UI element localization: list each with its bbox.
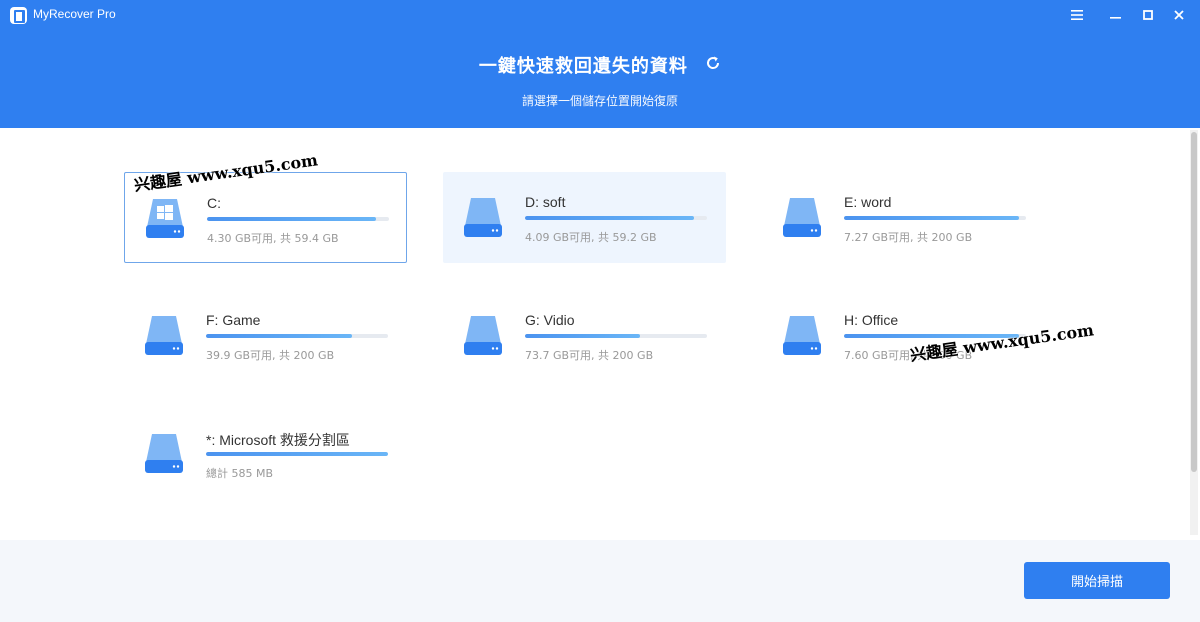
maximize-icon[interactable] <box>1137 5 1159 25</box>
drive-card-recovery[interactable]: *: Microsoft 救援分割區 總計 585 MB <box>124 408 407 499</box>
title-bar: MyRecover Pro <box>0 0 1200 30</box>
drive-capacity: 總計 585 MB <box>206 467 274 480</box>
footer-bar <box>0 540 1200 622</box>
drive-capacity: 39.9 GB可用, 共 200 GB <box>206 349 335 362</box>
drive-usage-fill <box>525 216 695 220</box>
drive-usage-bar <box>844 216 1026 220</box>
windows-drive-icon <box>146 199 184 238</box>
drive-card-f[interactable]: F: Game 39.9 GB可用, 共 200 GB <box>124 290 407 381</box>
menu-icon[interactable] <box>1066 5 1088 25</box>
page-subtitle: 請選擇一個儲存位置開始復原 <box>521 94 678 108</box>
header-banner: 一鍵快速救回遺失的資料 請選擇一個儲存位置開始復原 <box>0 30 1200 128</box>
drive-usage-bar <box>525 216 707 220</box>
drive-name: D: soft <box>525 194 566 210</box>
drive-capacity: 7.27 GB可用, 共 200 GB <box>844 231 973 244</box>
drive-name: H: Office <box>844 312 899 328</box>
drive-usage-bar <box>206 452 388 456</box>
drive-name: *: Microsoft 救援分割區 <box>206 432 350 448</box>
drive-name: E: word <box>844 194 892 210</box>
refresh-icon[interactable] <box>705 55 721 76</box>
drive-usage-fill <box>525 334 640 338</box>
page-title: 一鍵快速救回遺失的資料 <box>478 56 688 77</box>
drive-usage-bar <box>525 334 707 338</box>
drive-usage-fill <box>207 217 377 221</box>
drive-usage-fill <box>206 452 388 456</box>
scrollbar-thumb[interactable] <box>1191 132 1197 472</box>
start-scan-button[interactable]: 開始掃描 <box>1024 562 1170 599</box>
drive-card-e[interactable]: E: word 7.27 GB可用, 共 200 GB <box>762 172 1045 263</box>
app-title: MyRecover Pro <box>33 7 116 21</box>
drive-card-d[interactable]: D: soft 4.09 GB可用, 共 59.2 GB <box>443 172 726 263</box>
drive-name: F: Game <box>206 312 261 328</box>
drive-icon <box>464 198 502 237</box>
close-icon[interactable] <box>1168 5 1190 25</box>
drive-usage-bar <box>207 217 389 221</box>
drive-icon <box>783 316 821 355</box>
drive-name: G: Vidio <box>525 312 575 328</box>
app-logo-icon <box>10 7 27 24</box>
drive-usage-fill <box>844 216 1019 220</box>
drive-icon <box>783 198 821 237</box>
drive-usage-fill <box>206 334 352 338</box>
drive-icon <box>464 316 502 355</box>
drive-usage-bar <box>206 334 388 338</box>
drive-card-g[interactable]: G: Vidio 73.7 GB可用, 共 200 GB <box>443 290 726 381</box>
drive-capacity: 4.09 GB可用, 共 59.2 GB <box>525 231 657 244</box>
drive-icon <box>145 434 183 473</box>
drive-icon <box>145 316 183 355</box>
header-title-row: 一鍵快速救回遺失的資料 <box>0 52 1200 78</box>
minimize-icon[interactable] <box>1104 5 1126 25</box>
drive-name: C: <box>207 195 221 211</box>
drive-capacity: 73.7 GB可用, 共 200 GB <box>525 349 654 362</box>
drive-capacity: 4.30 GB可用, 共 59.4 GB <box>207 232 339 245</box>
